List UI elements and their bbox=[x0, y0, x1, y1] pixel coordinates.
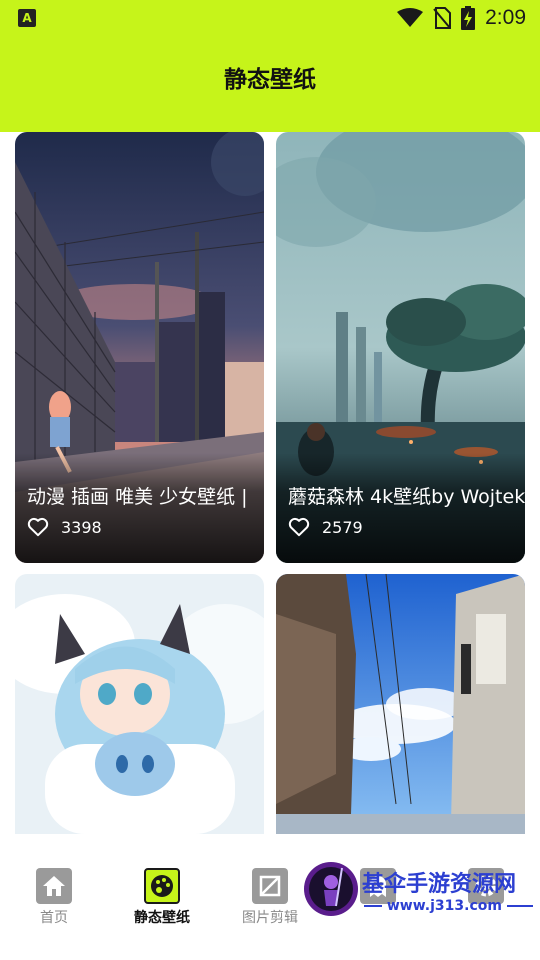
like-count-value: 3398 bbox=[61, 517, 102, 537]
like-count-value: 2579 bbox=[322, 517, 363, 537]
watermark-name: 基伞手游资源网 bbox=[362, 872, 517, 897]
image-crop-icon[interactable] bbox=[252, 868, 288, 904]
like-count[interactable]: 3398 bbox=[27, 517, 102, 537]
wallpaper-card[interactable]: 动漫 插画 唯美 少女壁纸 | 3398 bbox=[15, 132, 264, 563]
wallpaper-card[interactable] bbox=[276, 574, 525, 834]
tab-static-wallpaper[interactable]: 静态壁纸 bbox=[117, 868, 207, 927]
heart-outline-icon[interactable] bbox=[288, 517, 310, 537]
clock: 2:09 bbox=[485, 6, 526, 29]
status-bar: A 2:09 bbox=[0, 0, 540, 36]
status-icons: 2:09 bbox=[397, 5, 526, 31]
accessibility-notification-icon: A bbox=[18, 9, 36, 27]
like-count[interactable]: 2579 bbox=[288, 517, 363, 537]
wallpaper-thumbnail bbox=[276, 574, 525, 834]
wifi-icon bbox=[397, 8, 424, 27]
wallpaper-title: 蘑菇森林 4k壁纸by Wojtek bbox=[288, 486, 525, 508]
wallpaper-card[interactable]: 蘑菇森林 4k壁纸by Wojtek 2579 bbox=[276, 132, 525, 563]
no-sim-icon bbox=[433, 7, 452, 29]
heart-outline-icon[interactable] bbox=[27, 517, 49, 537]
battery-charging-icon bbox=[461, 6, 476, 30]
wallpaper-title: 动漫 插画 唯美 少女壁纸 | bbox=[27, 486, 248, 508]
page-title: 静态壁纸 bbox=[224, 67, 316, 93]
tab-static-wallpaper-label: 静态壁纸 bbox=[134, 910, 190, 926]
watermark-url: www.j313.com bbox=[364, 898, 533, 914]
palette-icon[interactable] bbox=[144, 868, 180, 904]
wallpaper-thumbnail bbox=[15, 574, 264, 834]
wallpaper-grid[interactable]: 动漫 插画 唯美 少女壁纸 | 3398 蘑菇森林 4k壁纸by Wojtek … bbox=[0, 132, 540, 834]
app-header: A 2:09 静态壁纸 bbox=[0, 0, 540, 132]
tab-home-label: 首页 bbox=[40, 910, 68, 926]
swordsman-logo-icon bbox=[304, 862, 358, 916]
watermark-url-text: www.j313.com bbox=[386, 898, 502, 914]
site-watermark: 基伞手游资源网 www.j313.com bbox=[300, 862, 540, 946]
wallpaper-card[interactable] bbox=[15, 574, 264, 834]
tab-home[interactable]: 首页 bbox=[9, 868, 99, 927]
home-icon[interactable] bbox=[36, 868, 72, 904]
